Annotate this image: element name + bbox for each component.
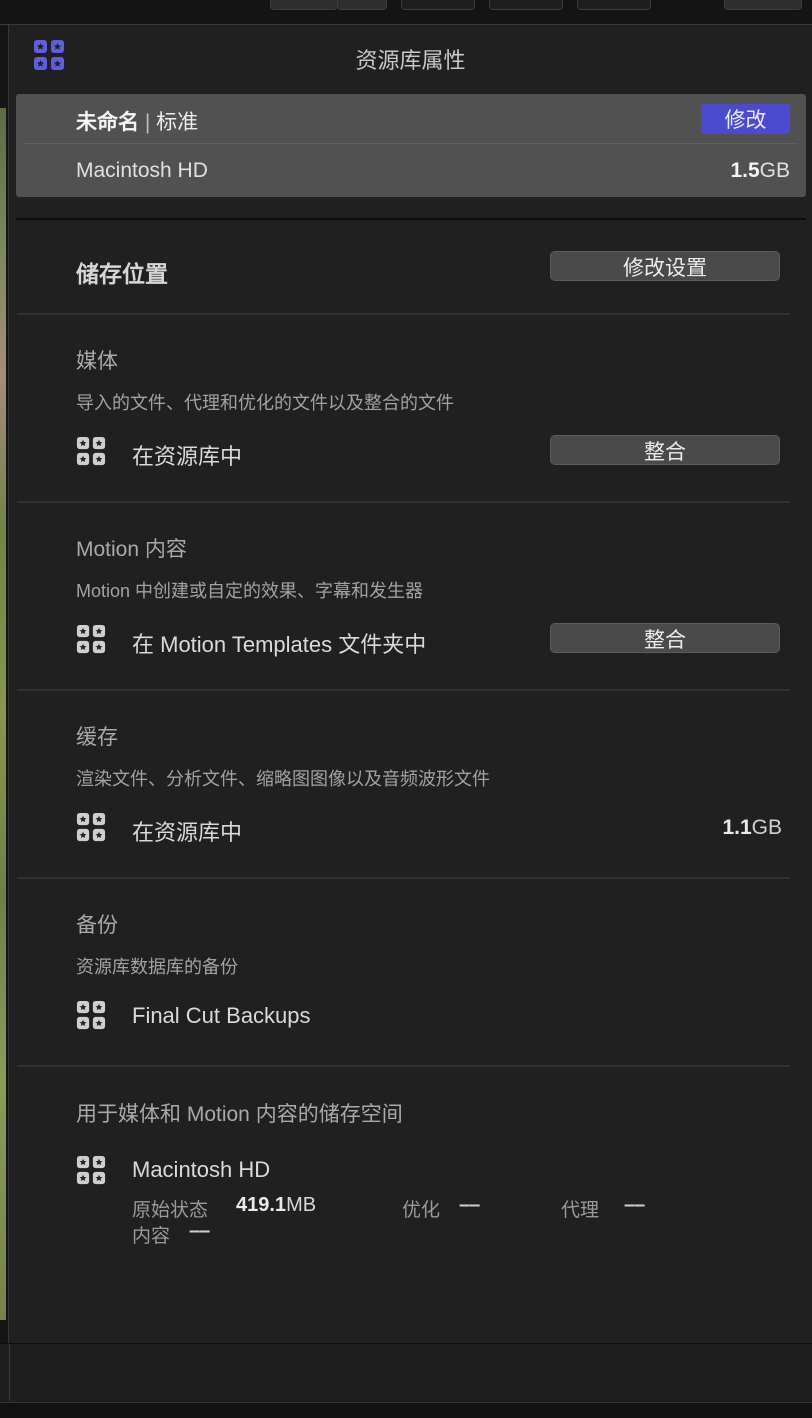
optimized-media-value: ––: [459, 1194, 480, 1216]
motion-section-title: Motion 内容: [76, 538, 187, 561]
library-properties-inspector: 资源库属性 未命名 | 标准 修改 Macintosh HD 1.5GB 储存位…: [9, 25, 812, 1343]
cache-size: 1.1GB: [722, 816, 782, 840]
content-value: ––: [189, 1220, 210, 1242]
toolbar-button[interactable]: [401, 0, 475, 10]
toolbar-button[interactable]: [270, 0, 338, 10]
library-size: 1.5GB: [730, 159, 790, 183]
consolidate-media-button[interactable]: 整合: [550, 435, 780, 465]
library-icon: [76, 812, 106, 847]
media-section-description: 导入的文件、代理和优化的文件以及整合的文件: [76, 393, 454, 413]
bottom-bar: [0, 1343, 812, 1418]
toolbar-button[interactable]: [337, 0, 387, 10]
toolbar-button[interactable]: [577, 0, 651, 10]
toolbar-button[interactable]: [724, 0, 802, 10]
modify-library-button[interactable]: 修改: [701, 104, 790, 134]
name-separator: |: [144, 111, 151, 134]
library-name-row: 未命名 | 标准: [76, 106, 198, 136]
toolbar-button[interactable]: [489, 0, 563, 10]
storage-disk-name: Macintosh HD: [132, 1157, 271, 1182]
inspector-header: 资源库属性: [9, 25, 812, 91]
divider: [17, 689, 790, 691]
divider: [16, 218, 806, 220]
modify-settings-button[interactable]: 修改设置: [550, 251, 780, 281]
library-type: 标准: [156, 111, 199, 134]
optimized-media-label: 优化: [402, 1200, 441, 1221]
top-toolbar: [0, 0, 812, 25]
original-media-unit: MB: [286, 1194, 317, 1216]
disk-name: Macintosh HD: [76, 159, 208, 182]
consolidate-motion-button[interactable]: 整合: [550, 623, 780, 653]
summary-divider: [23, 143, 798, 144]
backup-section-title: 备份: [76, 914, 118, 937]
storage-space-title: 用于媒体和 Motion 内容的储存空间: [76, 1103, 403, 1126]
divider: [17, 501, 790, 503]
media-section-title: 媒体: [76, 350, 118, 373]
cache-location: 在资源库中: [132, 820, 243, 845]
divider: [17, 313, 790, 315]
original-media-label: 原始状态: [132, 1200, 209, 1221]
motion-section-description: Motion 中创建或自定的效果、字幕和发生器: [76, 581, 424, 601]
inspector-title: 资源库属性: [355, 48, 466, 73]
viewer-preview-image: [0, 108, 6, 1320]
library-icon: [76, 1000, 106, 1035]
motion-location: 在 Motion Templates 文件夹中: [132, 632, 427, 657]
library-size-unit: GB: [759, 159, 790, 182]
cache-size-value: 1.1: [722, 816, 752, 839]
proxy-media-label: 代理: [561, 1200, 600, 1221]
original-media-size: 419.1MB: [236, 1194, 316, 1217]
backup-location: Final Cut Backups: [132, 1003, 311, 1028]
divider: [17, 1065, 790, 1067]
library-size-value: 1.5: [730, 159, 760, 182]
bottom-bar-inner: [9, 1344, 812, 1401]
disk-icon: [76, 1155, 106, 1190]
library-icon: [76, 436, 106, 471]
cache-size-unit: GB: [751, 816, 782, 839]
library-summary: 未命名 | 标准 修改 Macintosh HD 1.5GB: [16, 94, 806, 197]
backup-section-description: 资源库数据库的备份: [76, 957, 238, 977]
original-media-value: 419.1: [236, 1194, 287, 1216]
library-name: 未命名: [76, 111, 139, 134]
storage-location-title: 储存位置: [76, 261, 168, 287]
media-location: 在资源库中: [132, 444, 243, 469]
library-icon: [76, 624, 106, 659]
content-label: 内容: [132, 1226, 171, 1247]
cache-section-description: 渲染文件、分析文件、缩略图图像以及音频波形文件: [76, 769, 490, 789]
cache-section-title: 缓存: [76, 726, 118, 749]
divider: [17, 877, 790, 879]
proxy-media-value: ––: [624, 1194, 645, 1216]
